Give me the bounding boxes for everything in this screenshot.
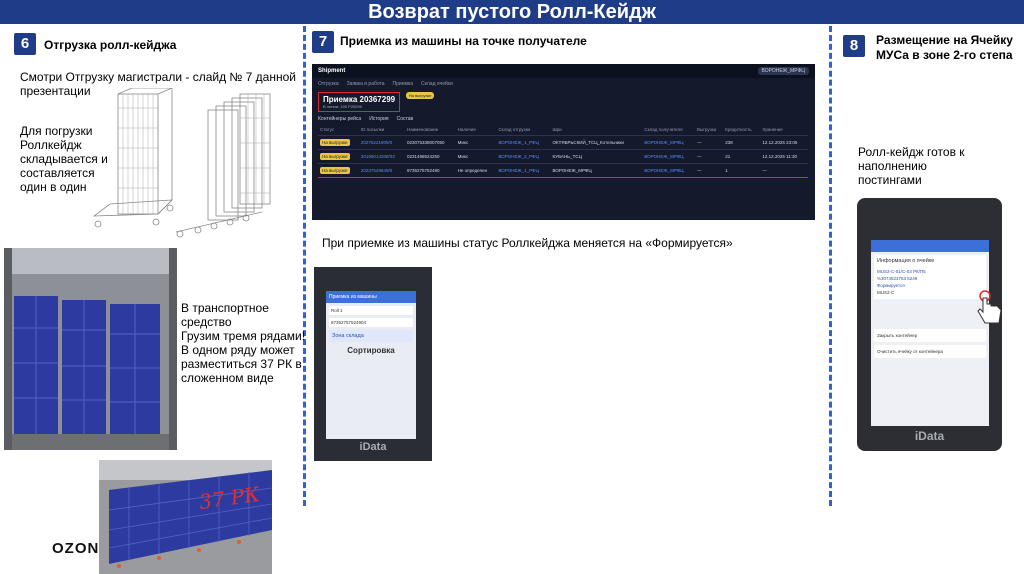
section-6-title: Отгрузка ролл-кейджа: [44, 38, 177, 52]
containers-table: Статус ID посылки Наименование Наличие Скл…: [318, 124, 808, 178]
section-7-caption: При приемке из машины статус Роллкейджа …: [322, 236, 733, 250]
receipt-status-chip: На выгрузке: [405, 92, 435, 99]
app-warehouse-tag: ВОРОНЕЖ_МРФЦ: [757, 67, 809, 75]
app-tab[interactable]: История: [369, 116, 388, 122]
handheld-scanner-receiving: Приемка из машины Roll 1 97352757524904 …: [314, 267, 432, 461]
section-8-caption: Ролл-кейдж готов к наполнению постингами: [858, 145, 965, 187]
app-tab[interactable]: Контейнеры рейса: [318, 116, 361, 122]
roll-cage-drawing: [92, 88, 271, 238]
section-6-reference-line1: Смотри Отгрузку магистрали - слайд № 7 д…: [20, 70, 296, 84]
ozon-logo: OZON: [52, 540, 100, 557]
table-row[interactable]: На выгрузке 20276221809/0 023075338007050…: [318, 135, 808, 150]
handheld-scanner-cell: Информация о ячейке MUS2-C-01/C-03 РК/П5…: [857, 198, 1002, 451]
app-nav-item[interactable]: Приемка: [393, 81, 413, 87]
location-code: MUS2-C: [877, 290, 895, 295]
slide-title: Возврат пустого Ролл-Кейдж: [0, 0, 1024, 24]
scanner-header: Приемка из машины: [326, 291, 416, 303]
table-row[interactable]: На выгрузке 20196014208/03 0231498624250 …: [318, 149, 808, 164]
app-nav-item[interactable]: Заявка и работа: [347, 81, 385, 87]
scanner-sort-label: Сортировка: [347, 346, 395, 355]
divider-left: [303, 26, 306, 506]
cell-code: MUS2-C-01/C-03 РК/П5: [877, 269, 926, 274]
divider-right: [829, 26, 832, 506]
shipment-app-screenshot: Shipment ВОРОНЕЖ_МРФЦ Отгрузка Заявка и …: [312, 64, 815, 220]
container-code: %3074523753 5249: [877, 276, 918, 281]
container-status: Формируется: [877, 283, 905, 288]
section-6-badge: 6: [14, 33, 36, 55]
truck-photo: [4, 248, 177, 450]
scanner-brand: iData: [914, 429, 945, 443]
section-6-loading-text: В транспортное средство Грузим тремя ряд…: [181, 301, 306, 385]
app-nav-item[interactable]: Отгрузка: [318, 81, 339, 87]
close-container-button[interactable]: Закрыть контейнер: [874, 329, 986, 342]
scanner-screen: Информация о ячейке MUS2-C-01/C-03 РК/П5…: [871, 240, 989, 426]
section-8-title: Размещение на Ячейку МУСа в зоне 2-го ст…: [876, 33, 1013, 62]
scanner-field-1: Roll 1: [329, 306, 413, 315]
section-7-title: Приемка из машины на точке получателе: [340, 34, 587, 48]
section-7-badge: 7: [312, 31, 334, 53]
scanner-field-2: 97352757524904: [329, 318, 413, 327]
app-nav-item[interactable]: Склад ячейки: [421, 81, 453, 87]
section-6-reference-line2: презентации: [20, 84, 91, 98]
scanner-brand: iData: [359, 441, 387, 453]
scanner-zone-button[interactable]: Зона склада: [329, 330, 413, 342]
clear-cell-button[interactable]: Очистить ячейку от контейнера: [874, 345, 986, 358]
cell-info-card: Информация о ячейке MUS2-C-01/C-03 РК/П5…: [874, 255, 986, 299]
app-tab[interactable]: Состав: [397, 116, 414, 122]
receipt-title-box: Приемка 20367299 В линии: 195 Р20299: [318, 92, 401, 112]
app-logo: Shipment: [318, 68, 346, 74]
scanner-screen: Приемка из машины Roll 1 97352757524904 …: [326, 291, 416, 439]
section-8-badge: 8: [843, 35, 865, 57]
table-row-highlighted[interactable]: На выгрузке 20237525849/0 9735275752490 Н…: [318, 163, 808, 178]
scanner-header-bar: [871, 240, 989, 252]
cages-row-photo: 37 РК: [99, 460, 272, 574]
tap-hand-icon: [977, 290, 1002, 324]
